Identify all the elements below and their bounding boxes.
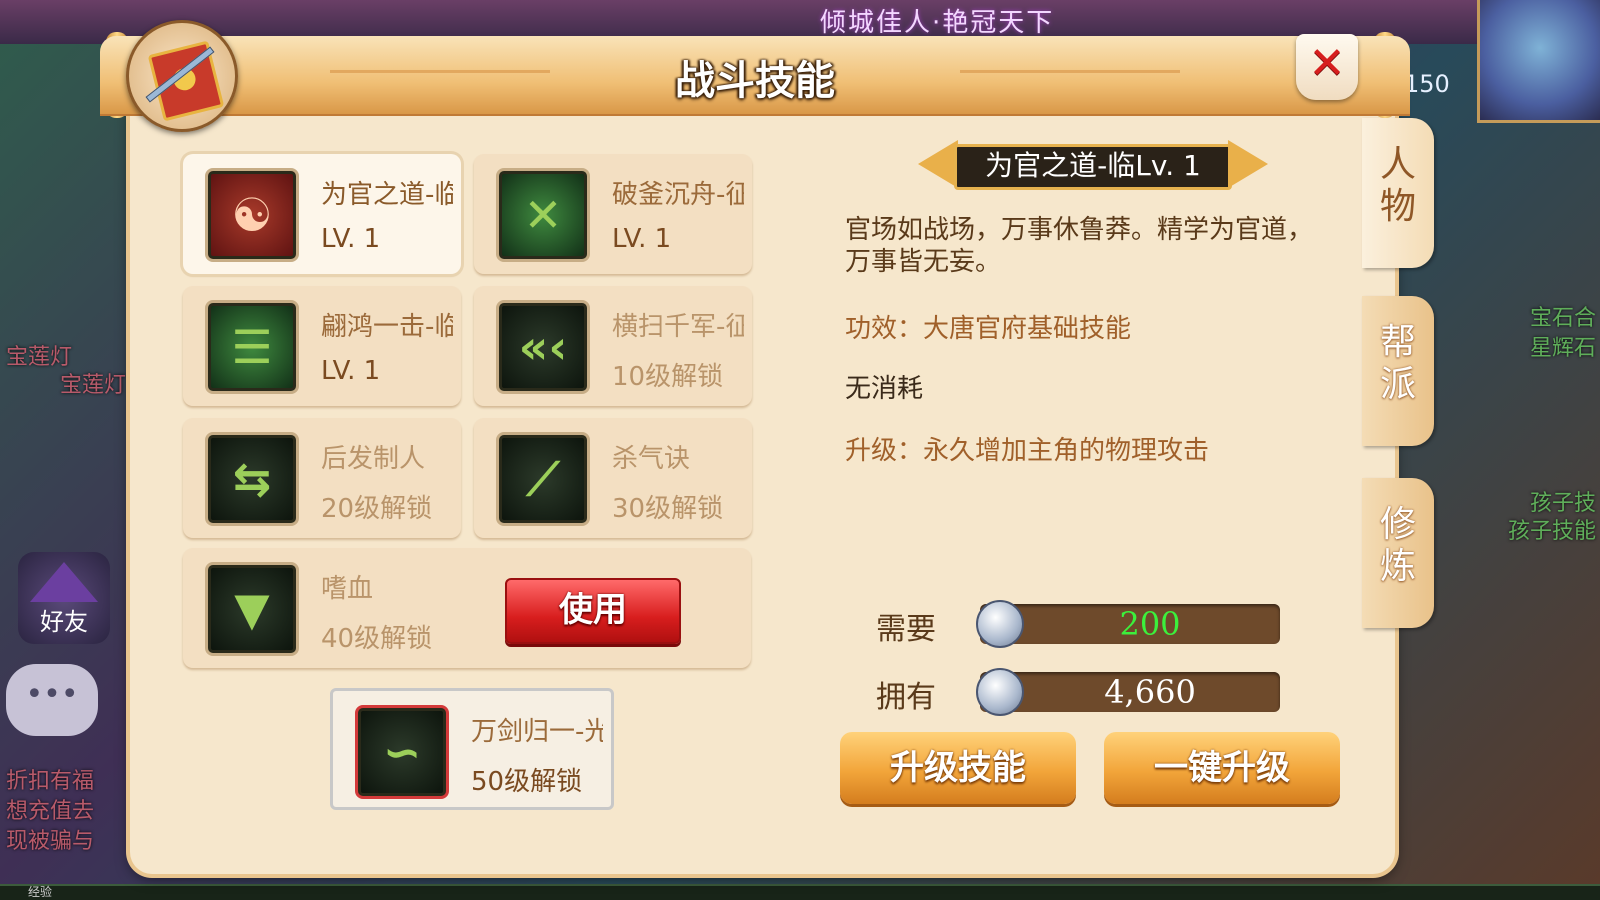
- skill-card-7[interactable]: ▼ 嗜血 40级解锁 使用: [183, 548, 751, 668]
- bg-label-left-2: 宝莲灯: [60, 373, 127, 398]
- tab-guild[interactable]: 帮派: [1362, 296, 1434, 446]
- friends-button[interactable]: 好友: [18, 552, 110, 644]
- skill-card-8[interactable]: ∽ 万剑归一-光 50级解锁: [330, 688, 614, 810]
- bg-label-right-1: 宝石合: [1529, 306, 1596, 331]
- owned-value: 4,660: [1104, 673, 1196, 711]
- reverse-arrows-icon: ⇆: [205, 432, 299, 526]
- skill-card-5[interactable]: ⇆ 后发制人 20级解锁: [183, 418, 461, 538]
- use-button[interactable]: 使用: [505, 578, 681, 644]
- window-title-bar: 战斗技能: [100, 36, 1410, 114]
- silver-coin-icon: [976, 600, 1024, 648]
- skill-upgrade-info: 升级：永久增加主角的物理攻击: [845, 436, 1210, 466]
- owned-label: 拥有: [876, 680, 936, 715]
- upgrade-all-label: 一键升级: [1154, 748, 1290, 788]
- chat-dots-icon: •••: [25, 677, 79, 712]
- bg-label-right-2: 星辉石: [1529, 336, 1596, 361]
- silver-coin-icon: [976, 668, 1024, 716]
- skill-card-6[interactable]: ⟋ 杀气诀 30级解锁: [474, 418, 752, 538]
- player-avatar[interactable]: [1477, 0, 1600, 123]
- skill-effect: 功效：大唐官府基础技能: [845, 314, 1132, 344]
- window-title: 战斗技能: [675, 58, 835, 104]
- skill-name: 嗜血: [321, 574, 374, 604]
- skill-name: 后发制人: [321, 444, 426, 474]
- skill-name: 破釜沉舟-征: [612, 180, 744, 210]
- selected-skill-title: 为官之道-临Lv. 1: [985, 149, 1201, 182]
- banner-body: 为官之道-临Lv. 1: [954, 144, 1232, 190]
- friend-hat-icon: [30, 562, 98, 602]
- promo-line-3: 现被骗与: [6, 829, 95, 854]
- owned-bar: 4,660: [976, 668, 1280, 716]
- player-level: 150: [1404, 70, 1450, 98]
- skill-card-2[interactable]: ✕ 破釜沉舟-征 LV. 1: [474, 154, 752, 274]
- tab-character[interactable]: 人物: [1362, 118, 1434, 268]
- skill-name: 万剑归一-光: [471, 717, 603, 747]
- skill-card-4[interactable]: «‹ 横扫千军-征 10级解锁: [474, 286, 752, 406]
- close-button[interactable]: ✕: [1296, 34, 1358, 100]
- scroll-rune-icon: ☰: [205, 300, 299, 394]
- dragon-sword-icon: ∽: [355, 705, 449, 799]
- chat-button[interactable]: •••: [6, 664, 98, 736]
- skill-name: 横扫千军-征: [612, 312, 744, 342]
- crossed-blades-icon: ✕: [496, 168, 590, 262]
- skill-name: 翩鸿一击-临: [321, 312, 453, 342]
- friends-label: 好友: [40, 608, 88, 636]
- sword-dash-icon: ⟋: [496, 432, 590, 526]
- skill-cost: 无消耗: [845, 374, 924, 404]
- skill-card-3[interactable]: ☰ 翩鸿一击-临 LV. 1: [183, 286, 461, 406]
- close-icon: ✕: [1308, 38, 1346, 89]
- skill-name: 杀气诀: [612, 444, 691, 474]
- skill-card-1[interactable]: ☯ 为官之道-临 LV. 1: [183, 154, 461, 274]
- experience-bar: [0, 884, 1600, 900]
- tab-cultivation-label: 修炼: [1379, 504, 1416, 587]
- required-label: 需要: [876, 612, 936, 647]
- experience-label: 经验: [28, 885, 53, 899]
- tab-guild-label: 帮派: [1379, 322, 1416, 405]
- skill-description: 官场如战场，万事休鲁莽。精学为官道，万事皆无妄。: [845, 215, 1314, 277]
- required-value: 200: [1119, 605, 1181, 643]
- upgrade-skill-label: 升级技能: [890, 748, 1026, 788]
- upgrade-all-button[interactable]: 一键升级: [1104, 732, 1340, 804]
- event-banner: 倾城佳人·艳冠天下: [820, 8, 1055, 38]
- skill-unlock-level: 20级解锁: [321, 494, 433, 524]
- tab-character-label: 人物: [1379, 144, 1416, 227]
- skill-level: LV. 1: [612, 224, 672, 254]
- skill-unlock-level: 30级解锁: [612, 494, 724, 524]
- promo-line-2: 想充值去: [6, 799, 95, 824]
- skill-level: LV. 1: [321, 224, 381, 254]
- banner-cap-left: [918, 140, 958, 188]
- banner-cap-right: [1228, 140, 1268, 188]
- upgrade-skill-button[interactable]: 升级技能: [840, 732, 1076, 804]
- required-bar: 200: [976, 600, 1280, 648]
- tab-cultivation[interactable]: 修炼: [1362, 478, 1434, 628]
- skill-unlock-level: 10级解锁: [612, 362, 724, 392]
- skill-name: 为官之道-临: [321, 180, 453, 210]
- use-button-label: 使用: [559, 590, 627, 630]
- promo-line-1: 折扣有福: [6, 769, 95, 794]
- bg-label-right-4: 孩子技能: [1507, 519, 1596, 544]
- fanged-mouth-icon: ▼: [205, 562, 299, 656]
- skill-unlock-level: 40级解锁: [321, 624, 433, 654]
- skill-unlock-level: 50级解锁: [471, 767, 583, 797]
- skill-level: LV. 1: [321, 356, 381, 386]
- triple-chevron-icon: «‹: [496, 300, 590, 394]
- selected-skill-banner: 为官之道-临Lv. 1: [918, 140, 1268, 190]
- face-rune-icon: ☯: [205, 168, 299, 262]
- skill-book-icon: [126, 20, 238, 132]
